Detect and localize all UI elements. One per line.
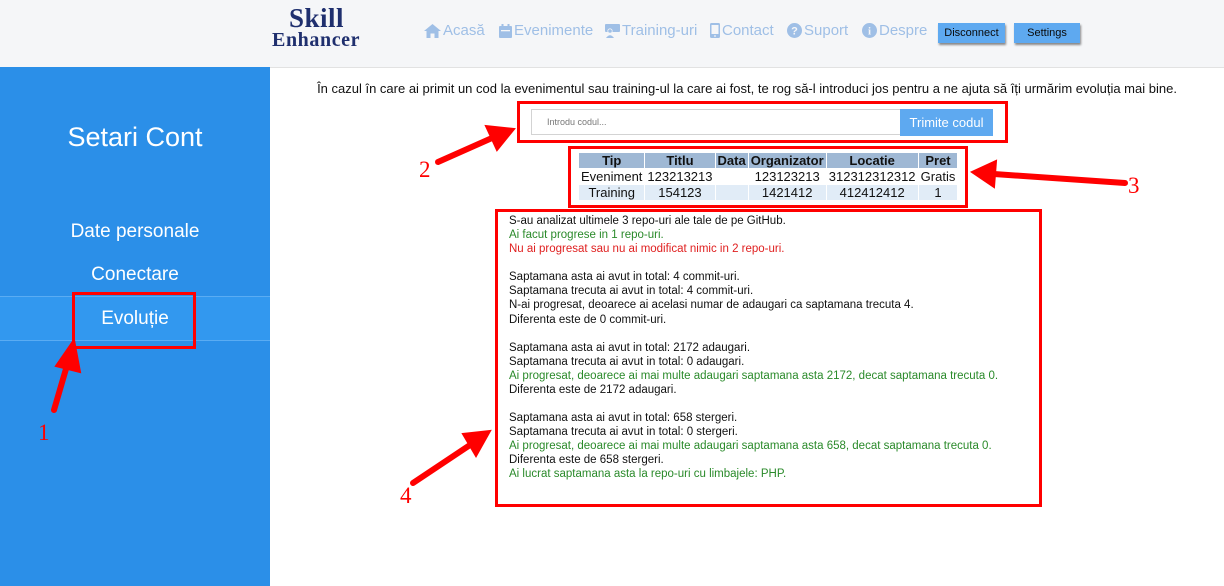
annotation-number-4: 4 — [400, 483, 412, 508]
annotation-arrow-2 — [435, 135, 495, 165]
annotation-number-3: 3 — [1128, 173, 1140, 198]
annotation-arrow-1-head — [54, 337, 82, 374]
annotation-arrow-4 — [410, 442, 473, 486]
annotation-number-2: 2 — [419, 157, 431, 182]
annotation-arrow-3-head — [969, 159, 998, 189]
annotation-arrows — [51, 124, 1128, 486]
annotation-arrow-3 — [991, 171, 1128, 186]
annotation-number-1: 1 — [38, 420, 50, 445]
